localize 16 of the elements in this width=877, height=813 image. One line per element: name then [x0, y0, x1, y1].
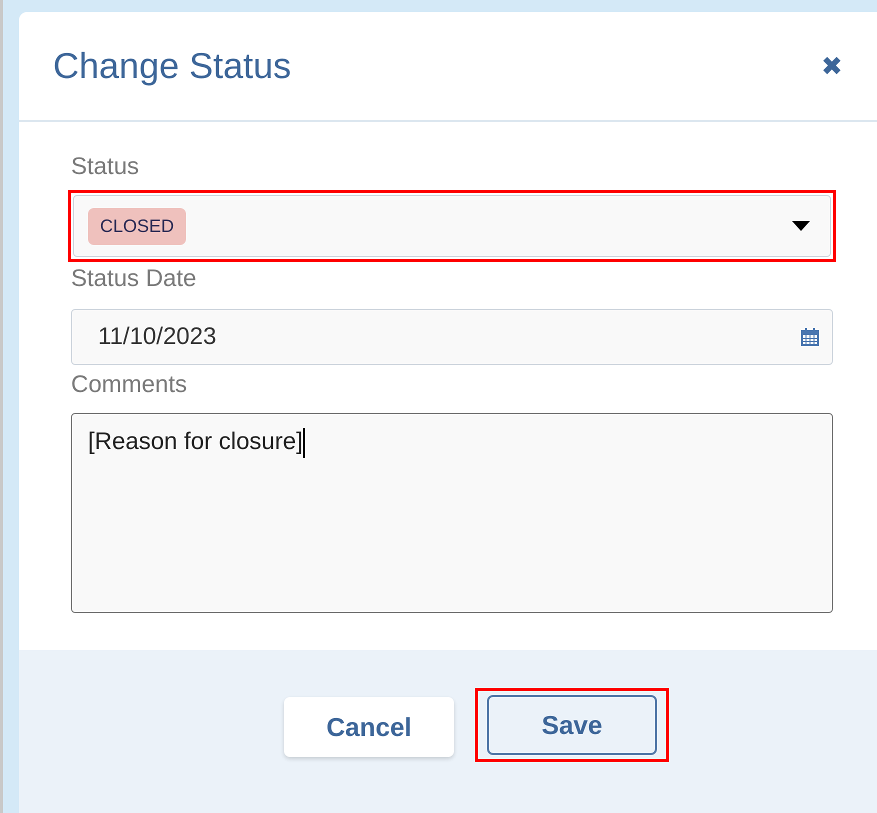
close-button[interactable]: ✖: [821, 53, 843, 79]
date-value: 11/10/2023: [98, 323, 216, 351]
cancel-button[interactable]: Cancel: [284, 697, 454, 757]
field-label: Status: [71, 152, 140, 182]
dialog-title: Change Status: [53, 45, 292, 87]
save-button[interactable]: Save: [487, 695, 657, 755]
status-select[interactable]: CLOSED: [73, 195, 831, 257]
field-label: Status Date: [71, 264, 198, 294]
comments-text: [Reason for closure]: [88, 427, 303, 457]
field-label: Comments: [71, 370, 188, 400]
text-cursor: [302, 428, 305, 458]
date-field[interactable]: 11/10/2023: [71, 309, 833, 365]
calendar-icon: [800, 327, 820, 347]
status-tag: CLOSED: [88, 208, 186, 244]
comments-field[interactable]: [Reason for closure]: [71, 413, 833, 613]
caret-icon: [792, 221, 810, 231]
